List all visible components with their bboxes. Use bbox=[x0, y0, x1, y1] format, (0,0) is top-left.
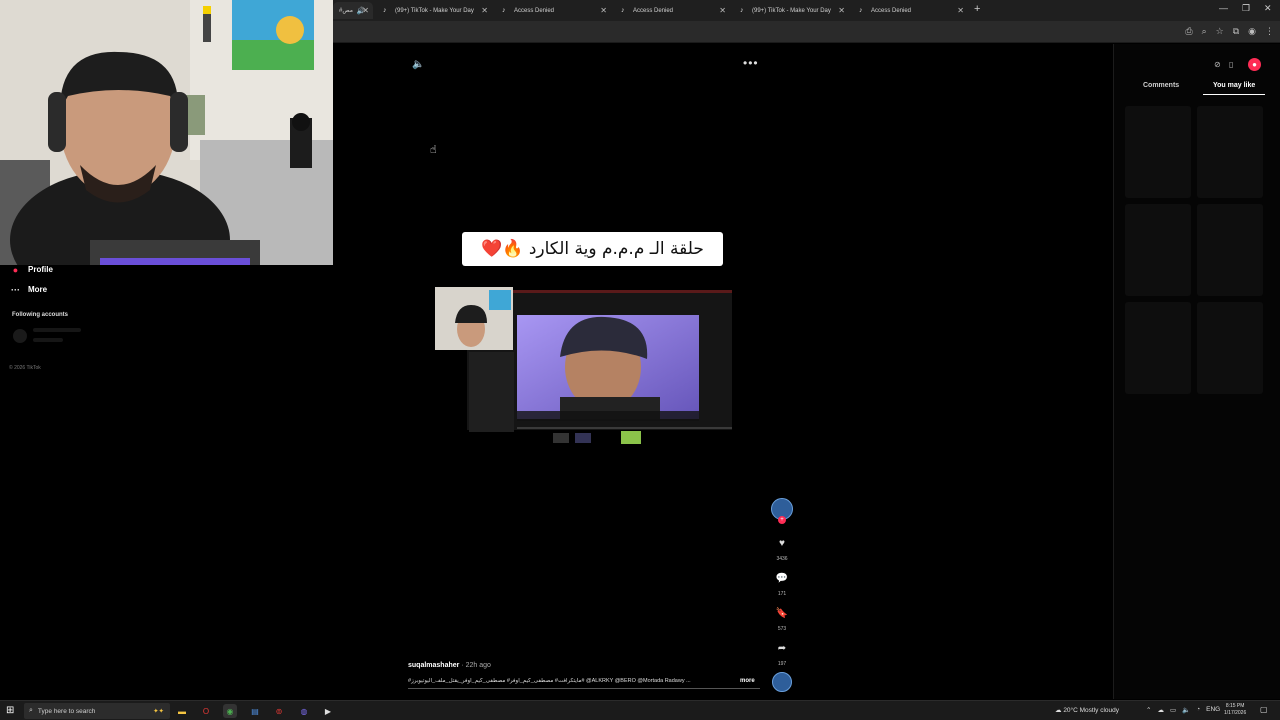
tiktok-icon: ♪ bbox=[859, 7, 863, 14]
follow-plus-icon[interactable]: + bbox=[778, 516, 786, 524]
embedded-video-frame bbox=[435, 287, 732, 447]
skeleton-avatar bbox=[13, 329, 27, 343]
tab-you-may-like[interactable]: You may like bbox=[1213, 82, 1255, 89]
more-dots-icon: ··· bbox=[11, 284, 20, 295]
tab-current[interactable]: #مص 🔊 ✕ bbox=[333, 2, 373, 19]
copyright-text: © 2026 TikTok bbox=[9, 365, 41, 371]
account-icon[interactable]: ◉ bbox=[1248, 26, 1256, 37]
chrome-icon[interactable]: ◉ bbox=[223, 704, 237, 718]
bookmark-star-icon[interactable]: ☆ bbox=[1216, 26, 1224, 37]
suggested-video-placeholder[interactable] bbox=[1197, 204, 1263, 296]
tiktok-icon: ♪ bbox=[502, 7, 506, 14]
suggested-video-placeholder[interactable] bbox=[1125, 302, 1191, 394]
mouse-cursor-icon: ☝ bbox=[430, 144, 437, 156]
taskbar-search[interactable]: ⌕ Type here to search ✦✦ bbox=[24, 703, 170, 719]
system-tray: ⌃ ☁ ▭ 🔈 ◔ ENG bbox=[1146, 706, 1220, 714]
nav-profile[interactable]: ● Profile bbox=[10, 264, 53, 275]
comment-button[interactable]: 💬 171 bbox=[771, 568, 793, 598]
zoom-icon[interactable]: ⌕ bbox=[1202, 26, 1207, 37]
video-caption: حلقة الـ م.م.م وية الكارد 🔥❤️ bbox=[462, 232, 723, 266]
device-icon[interactable]: ▯ bbox=[1229, 60, 1233, 69]
tab-tiktok-1[interactable]: ♪ (99+) TikTok - Make Your Day ✕ bbox=[377, 2, 492, 19]
share-icon: ➦ bbox=[777, 642, 787, 654]
language-indicator[interactable]: ENG bbox=[1206, 706, 1220, 714]
heart-icon: ♥ bbox=[779, 537, 785, 549]
save-button[interactable]: 🔖 573 bbox=[771, 603, 793, 633]
active-tab-indicator bbox=[1203, 94, 1265, 95]
new-tab-button[interactable]: + bbox=[974, 3, 980, 15]
browser-menu-icon[interactable]: ⋮ bbox=[1265, 26, 1274, 37]
suggested-video-placeholder[interactable] bbox=[1125, 204, 1191, 296]
skeleton-line bbox=[33, 328, 81, 332]
search-icon: ⌕ bbox=[29, 707, 33, 714]
like-button[interactable]: ♥ 3436 bbox=[771, 533, 793, 563]
tiktok-icon: ♪ bbox=[621, 7, 625, 14]
author-avatar[interactable]: + bbox=[771, 498, 793, 524]
sparkle-icon: ✦✦ bbox=[153, 708, 164, 715]
install-app-icon[interactable]: ⎙ bbox=[1185, 26, 1192, 37]
suggested-video-placeholder[interactable] bbox=[1125, 106, 1191, 198]
notification-icon[interactable]: ▢ bbox=[1260, 705, 1268, 714]
video-author[interactable]: suqalmashaher · 22h ago bbox=[408, 662, 491, 669]
music-disc[interactable] bbox=[771, 672, 793, 692]
tab-tiktok-2[interactable]: ♪ (99+) TikTok - Make Your Day ✕ bbox=[734, 2, 849, 19]
skeleton-line bbox=[33, 338, 63, 342]
volume-icon[interactable]: 🔈 bbox=[412, 59, 424, 70]
webcam-overlay bbox=[0, 0, 333, 265]
opera-icon[interactable]: O bbox=[199, 704, 213, 718]
embedded-video-image bbox=[435, 287, 732, 447]
recorder-icon[interactable]: ⊚ bbox=[272, 704, 286, 718]
close-icon[interactable]: ✕ bbox=[481, 6, 488, 15]
close-icon[interactable]: ✕ bbox=[600, 6, 607, 15]
more-link[interactable]: more bbox=[740, 678, 755, 684]
file-explorer-icon[interactable]: ▬ bbox=[175, 704, 189, 718]
divider bbox=[408, 688, 760, 689]
tab-access-denied-3[interactable]: ♪ Access Denied ✕ bbox=[853, 2, 968, 19]
volume-icon[interactable]: 🔈 bbox=[1182, 706, 1190, 714]
maximize-button[interactable]: ❐ bbox=[1242, 3, 1250, 14]
chevron-up-icon[interactable]: ⌃ bbox=[1146, 706, 1151, 714]
close-icon[interactable]: ✕ bbox=[838, 6, 845, 15]
tiktok-icon: ♪ bbox=[740, 7, 744, 14]
suggested-video-placeholder[interactable] bbox=[1197, 302, 1263, 394]
tab-access-denied-2[interactable]: ♪ Access Denied ✕ bbox=[615, 2, 730, 19]
video-description: #مايتكرافت# مصطفى_كيم_اوفر# مصطفى_كيم_او… bbox=[408, 678, 691, 684]
weather-widget[interactable]: ☁ 20°C Mostly cloudy bbox=[1055, 706, 1119, 714]
media-player-icon[interactable]: ▶ bbox=[321, 704, 335, 718]
following-accounts-title: Following accounts bbox=[12, 312, 69, 318]
report-icon[interactable]: ⊘ bbox=[1214, 60, 1221, 69]
discord-icon[interactable]: ◍ bbox=[297, 704, 311, 718]
close-icon[interactable]: ✕ bbox=[719, 6, 726, 15]
bookmark-icon: 🔖 bbox=[775, 607, 789, 619]
profile-icon: ● bbox=[12, 264, 19, 275]
share-button[interactable]: ➦ 197 bbox=[771, 638, 793, 668]
extensions-icon[interactable]: ⧉ bbox=[1233, 26, 1239, 37]
windows-start-icon[interactable]: ⊞ bbox=[6, 705, 14, 716]
comment-icon: 💬 bbox=[775, 572, 789, 584]
profile-avatar-icon[interactable]: ● bbox=[1248, 58, 1261, 71]
close-icon[interactable]: ✕ bbox=[362, 6, 369, 15]
tab-access-denied-1[interactable]: ♪ Access Denied ✕ bbox=[496, 2, 611, 19]
windows-taskbar: ⊞ ⌕ Type here to search ✦✦ ▬ O ◉ ▤ ⊚ ◍ ▶… bbox=[0, 700, 1280, 720]
notepad-icon[interactable]: ▤ bbox=[248, 704, 262, 718]
minimize-button[interactable]: — bbox=[1219, 3, 1228, 13]
clock[interactable]: 8:15 PM 1/17/2026 bbox=[1224, 703, 1246, 717]
video-options-icon[interactable]: ••• bbox=[743, 56, 759, 70]
cloud-icon: ☁ bbox=[1055, 707, 1062, 714]
close-icon[interactable]: ✕ bbox=[957, 6, 964, 15]
music-disc-icon bbox=[772, 672, 792, 692]
nav-more[interactable]: ··· More bbox=[10, 284, 47, 295]
tiktok-icon: ♪ bbox=[383, 7, 387, 14]
window-close-button[interactable]: ✕ bbox=[1264, 3, 1272, 14]
suggested-video-placeholder[interactable] bbox=[1197, 106, 1263, 198]
mic-icon[interactable]: ◔ bbox=[1196, 706, 1200, 714]
cloud-sync-icon[interactable]: ☁ bbox=[1157, 706, 1164, 714]
network-icon[interactable]: ▭ bbox=[1170, 706, 1176, 714]
tab-comments[interactable]: Comments bbox=[1143, 82, 1179, 89]
webcam-image bbox=[0, 0, 333, 265]
